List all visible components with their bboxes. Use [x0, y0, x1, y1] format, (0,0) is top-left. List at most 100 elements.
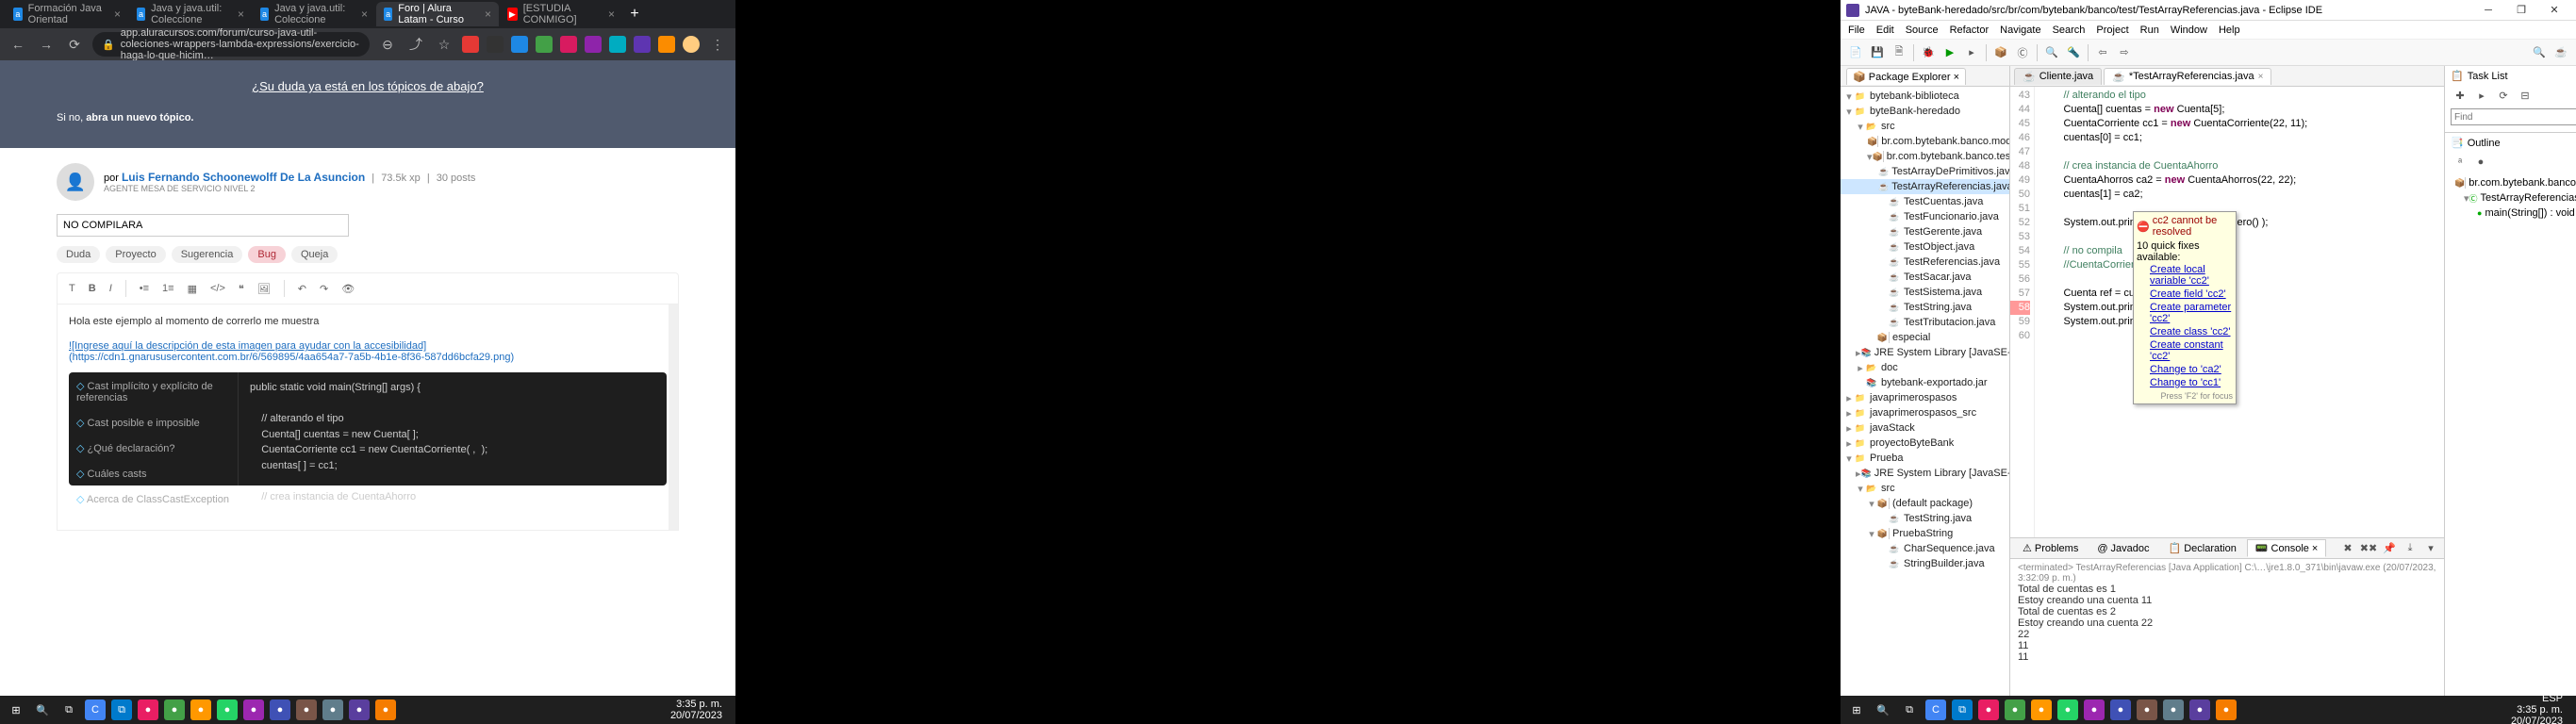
address-bar[interactable]: 🔒 app.aluracursos.com/forum/curso-java-u… [92, 32, 370, 57]
redo-icon[interactable]: ↷ [320, 283, 328, 295]
star-icon[interactable]: ☆ [434, 37, 454, 53]
new-package-icon[interactable]: 📦 [1991, 43, 2010, 62]
close-icon[interactable]: × [238, 8, 244, 21]
menu-project[interactable]: Project [2096, 25, 2128, 36]
taskbar-app[interactable]: ● [2005, 699, 2025, 720]
browser-tab[interactable]: aJava y java.util: Coleccione× [129, 2, 252, 26]
tree-node[interactable]: 📦br.com.bytebank.banco.modelo [1841, 134, 2009, 149]
taskbar-app[interactable]: ● [1978, 699, 1999, 720]
start-button[interactable]: ⊞ [1846, 699, 1867, 720]
taskbar-app[interactable]: ● [322, 699, 343, 720]
menu-search[interactable]: Search [2053, 25, 2086, 36]
forward-button[interactable]: → [36, 37, 57, 52]
tree-node[interactable]: ▸📁javaprimerospasos_src [1841, 405, 2009, 420]
tree-node[interactable]: ☕TestTributacion.java [1841, 315, 2009, 330]
tree-node[interactable]: ▾📦(default package) [1841, 496, 2009, 511]
tree-node[interactable]: ☕TestString.java [1841, 300, 2009, 315]
debug-icon[interactable]: 🐞 [1919, 43, 1938, 62]
tree-node[interactable]: ☕TestReferencias.java [1841, 255, 2009, 270]
extension-icon[interactable] [585, 36, 602, 53]
fwd-nav-icon[interactable]: ⇨ [2115, 43, 2134, 62]
back-button[interactable]: ← [8, 37, 28, 52]
taskbar-app[interactable]: ● [217, 699, 238, 720]
maximize-button[interactable]: ❐ [2505, 1, 2537, 20]
extension-icon[interactable] [511, 36, 528, 53]
menu-edit[interactable]: Edit [1876, 25, 1894, 36]
coverage-icon[interactable]: ▸ [1962, 43, 1981, 62]
undo-icon[interactable]: ↶ [298, 283, 306, 295]
quickfix-option[interactable]: Change to 'cc1' [2137, 376, 2233, 389]
tree-node[interactable]: ☕TestArrayReferencias.java [1841, 179, 2009, 194]
start-button[interactable]: ⊞ [6, 699, 26, 720]
editor-tab[interactable]: ☕Cliente.java [2014, 68, 2102, 85]
taskbar-app[interactable]: ⧉ [1952, 699, 1973, 720]
close-icon[interactable]: × [114, 8, 121, 21]
browser-tab-active[interactable]: aForo | Alura Latam - Curso× [376, 2, 499, 26]
tree-node[interactable]: ▾📁bytebank-biblioteca [1841, 89, 2009, 104]
chip-duda[interactable]: Duda [57, 246, 100, 263]
tree-node[interactable]: ▾📁Prueba [1841, 451, 2009, 466]
extension-icon[interactable] [487, 36, 504, 53]
close-icon[interactable]: × [608, 8, 615, 21]
tab-console[interactable]: 📟 Console × [2247, 539, 2327, 557]
menu-help[interactable]: Help [2219, 25, 2240, 36]
taskbar-app[interactable]: ● [243, 699, 264, 720]
ul-icon[interactable]: •≡ [140, 283, 149, 294]
taskbar-app[interactable]: ● [2189, 699, 2210, 720]
tree-node[interactable]: ☕TestFuncionario.java [1841, 209, 2009, 224]
search-icon[interactable]: 🔍 [32, 699, 53, 720]
author-link[interactable]: Luis Fernando Schoonewolff De La Asuncio… [122, 171, 365, 184]
tab-problems[interactable]: ⚠ Problems [2014, 539, 2087, 557]
tree-node[interactable]: ☕TestObject.java [1841, 239, 2009, 255]
quickfix-option[interactable]: Create constant 'cc2' [2137, 338, 2233, 363]
console-menu-icon[interactable]: ▾ [2421, 539, 2440, 558]
taskbar-app[interactable]: ● [190, 699, 211, 720]
taskbar-app[interactable]: ● [2031, 699, 2052, 720]
tree-node[interactable]: ☕TestArrayDePrimitivos.java [1841, 164, 2009, 179]
taskbar-app[interactable]: ● [164, 699, 185, 720]
scrollbar[interactable] [669, 304, 678, 530]
tree-node[interactable]: ▸📁javaprimerospasos [1841, 390, 2009, 405]
outline-sort-icon[interactable]: ᵃ [2451, 153, 2469, 172]
package-explorer-tab[interactable]: 📦 Package Explorer × [1841, 66, 2009, 87]
menu-source[interactable]: Source [1906, 25, 1939, 36]
menu-navigate[interactable]: Navigate [2000, 25, 2040, 36]
perspective-java-icon[interactable]: ☕ [2551, 43, 2570, 62]
tree-node[interactable]: ▸📂doc [1841, 360, 2009, 375]
taskbar-app[interactable]: ● [375, 699, 396, 720]
tree-node[interactable]: ☕TestGerente.java [1841, 224, 2009, 239]
menu-run[interactable]: Run [2140, 25, 2159, 36]
taskbar-app[interactable]: ⧉ [111, 699, 132, 720]
profile-avatar[interactable] [683, 36, 700, 53]
menu-icon[interactable]: ⋮ [707, 37, 728, 53]
new-class-icon[interactable]: Ⓒ [2013, 43, 2032, 62]
tab-javadoc[interactable]: @ Javadoc [2089, 540, 2157, 557]
taskbar-app[interactable]: ● [2137, 699, 2157, 720]
quote-icon[interactable]: ❝ [239, 283, 244, 295]
tree-node[interactable]: ▾📁byteBank-heredado [1841, 104, 2009, 119]
menu-file[interactable]: File [1848, 25, 1865, 36]
quickfix-option[interactable]: Change to 'ca2' [2137, 363, 2233, 376]
task-find-input[interactable] [2451, 108, 2576, 125]
search-icon[interactable]: 🔍 [1873, 699, 1893, 720]
tree-node[interactable]: ☕TestSistema.java [1841, 285, 2009, 300]
heading-icon[interactable]: T [69, 283, 75, 294]
tree-node[interactable]: ▾📂src [1841, 481, 2009, 496]
task-sync-icon[interactable]: ⟳ [2494, 86, 2513, 105]
tree-node[interactable]: ☕TestSacar.java [1841, 270, 2009, 285]
chip-proyecto[interactable]: Proyecto [106, 246, 165, 263]
tree-node[interactable]: ▸📁javaStack [1841, 420, 2009, 436]
tree-node[interactable]: ☕TestCuentas.java [1841, 194, 2009, 209]
tree-node[interactable]: 📦especial [1841, 330, 2009, 345]
taskbar-app[interactable]: ● [2057, 699, 2078, 720]
console-pin-icon[interactable]: 📌 [2380, 539, 2399, 558]
tree-node[interactable]: ▸📁proyectoByteBank [1841, 436, 2009, 451]
close-icon[interactable]: × [2258, 72, 2264, 82]
extension-icon[interactable] [536, 36, 553, 53]
taskbar-app[interactable]: ● [138, 699, 158, 720]
chip-queja[interactable]: Queja [291, 246, 338, 263]
browser-tab[interactable]: aJava y java.util: Coleccione× [253, 2, 375, 26]
ol-icon[interactable]: 1≡ [162, 283, 174, 294]
tree-node[interactable]: ▸📚JRE System Library [JavaSE-1.8] [1841, 466, 2009, 481]
quickfix-option[interactable]: Create field 'cc2' [2137, 288, 2233, 301]
